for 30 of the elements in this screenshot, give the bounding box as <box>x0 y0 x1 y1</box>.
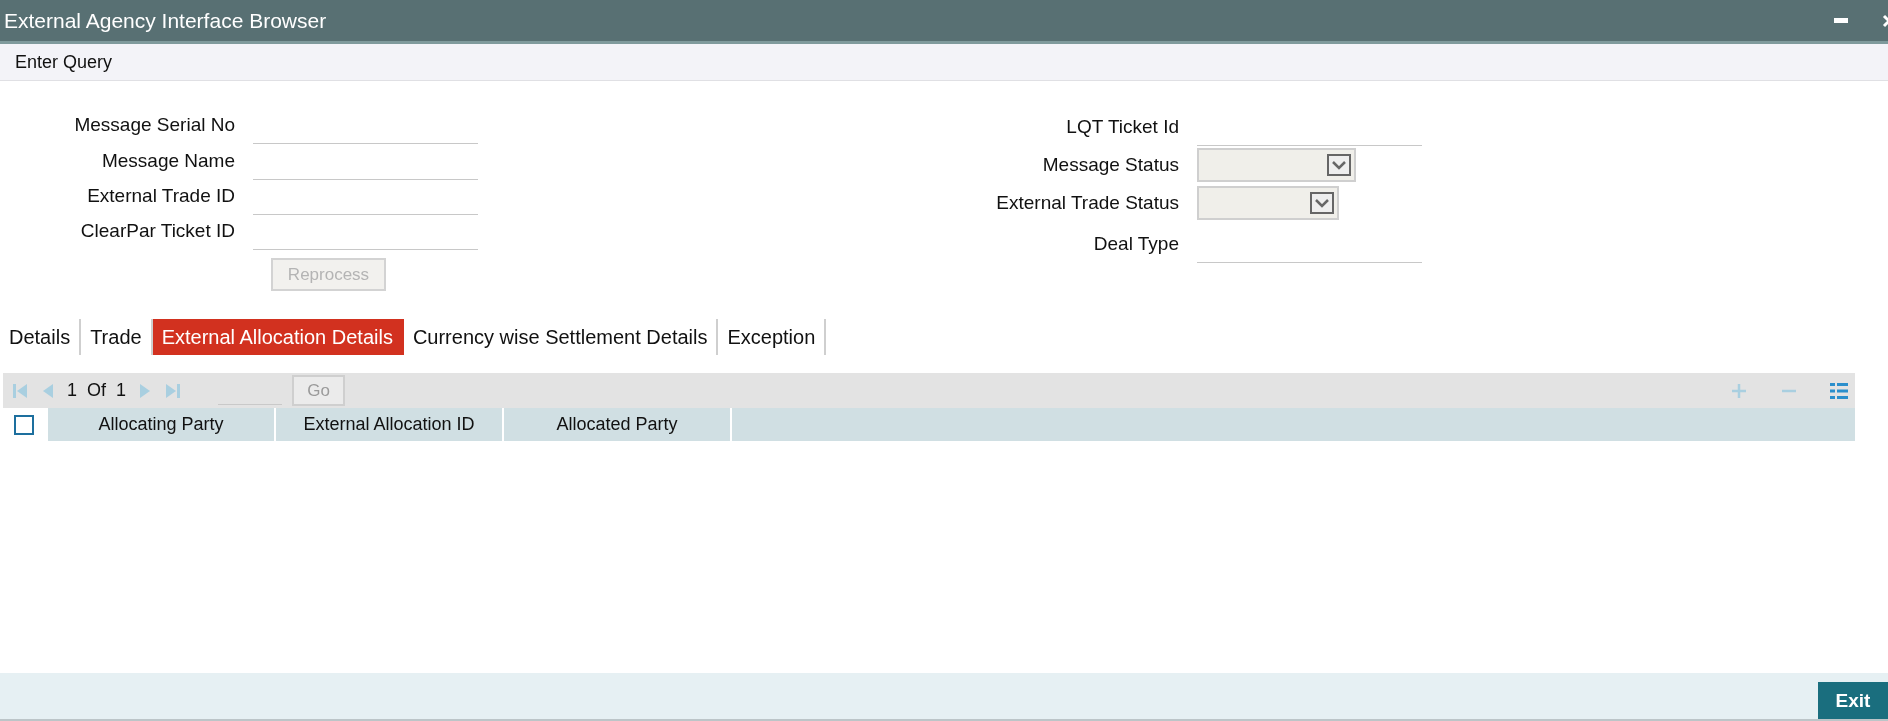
field-label: Message Serial No <box>73 114 236 138</box>
field-label: Deal Type <box>1092 233 1180 256</box>
tab[interactable]: Currency wise Settlement Details <box>403 319 719 355</box>
menu-item[interactable]: Enter Query <box>15 51 113 73</box>
first-page-icon[interactable] <box>11 381 29 400</box>
field-label: External Trade ID <box>86 184 236 208</box>
field-label: Message Name <box>100 149 236 173</box>
column-header: External Allocation ID <box>276 408 504 441</box>
last-page-icon[interactable] <box>164 381 183 400</box>
field-label: ClearPar Ticket ID <box>79 220 236 243</box>
list-view-icon[interactable] <box>1829 380 1849 401</box>
caret-icon <box>1310 192 1334 214</box>
exit-button[interactable]: Exit <box>1818 682 1888 719</box>
window-title: External Agency Interface Browser <box>4 8 328 33</box>
column-header: Allocated Party <box>504 408 732 441</box>
tab[interactable]: Exception <box>718 319 827 355</box>
tab[interactable]: Details <box>0 319 82 355</box>
field-label: Message Status <box>1041 154 1180 177</box>
select-all-checkbox[interactable] <box>14 414 34 435</box>
page-total: 1 <box>116 380 127 401</box>
caret-icon <box>1327 154 1351 176</box>
minimize-icon[interactable] <box>1834 18 1848 23</box>
field-label: LQT Ticket Id <box>1065 116 1180 139</box>
select-field[interactable] <box>1197 186 1339 220</box>
page-number: 1 <box>67 380 77 401</box>
select-field[interactable] <box>1197 148 1356 182</box>
field-label: External Trade Status <box>995 192 1180 215</box>
tab[interactable]: External Allocation Details <box>152 319 404 355</box>
page-of-label: Of <box>87 380 107 401</box>
column-header: Allocating Party <box>48 408 276 441</box>
